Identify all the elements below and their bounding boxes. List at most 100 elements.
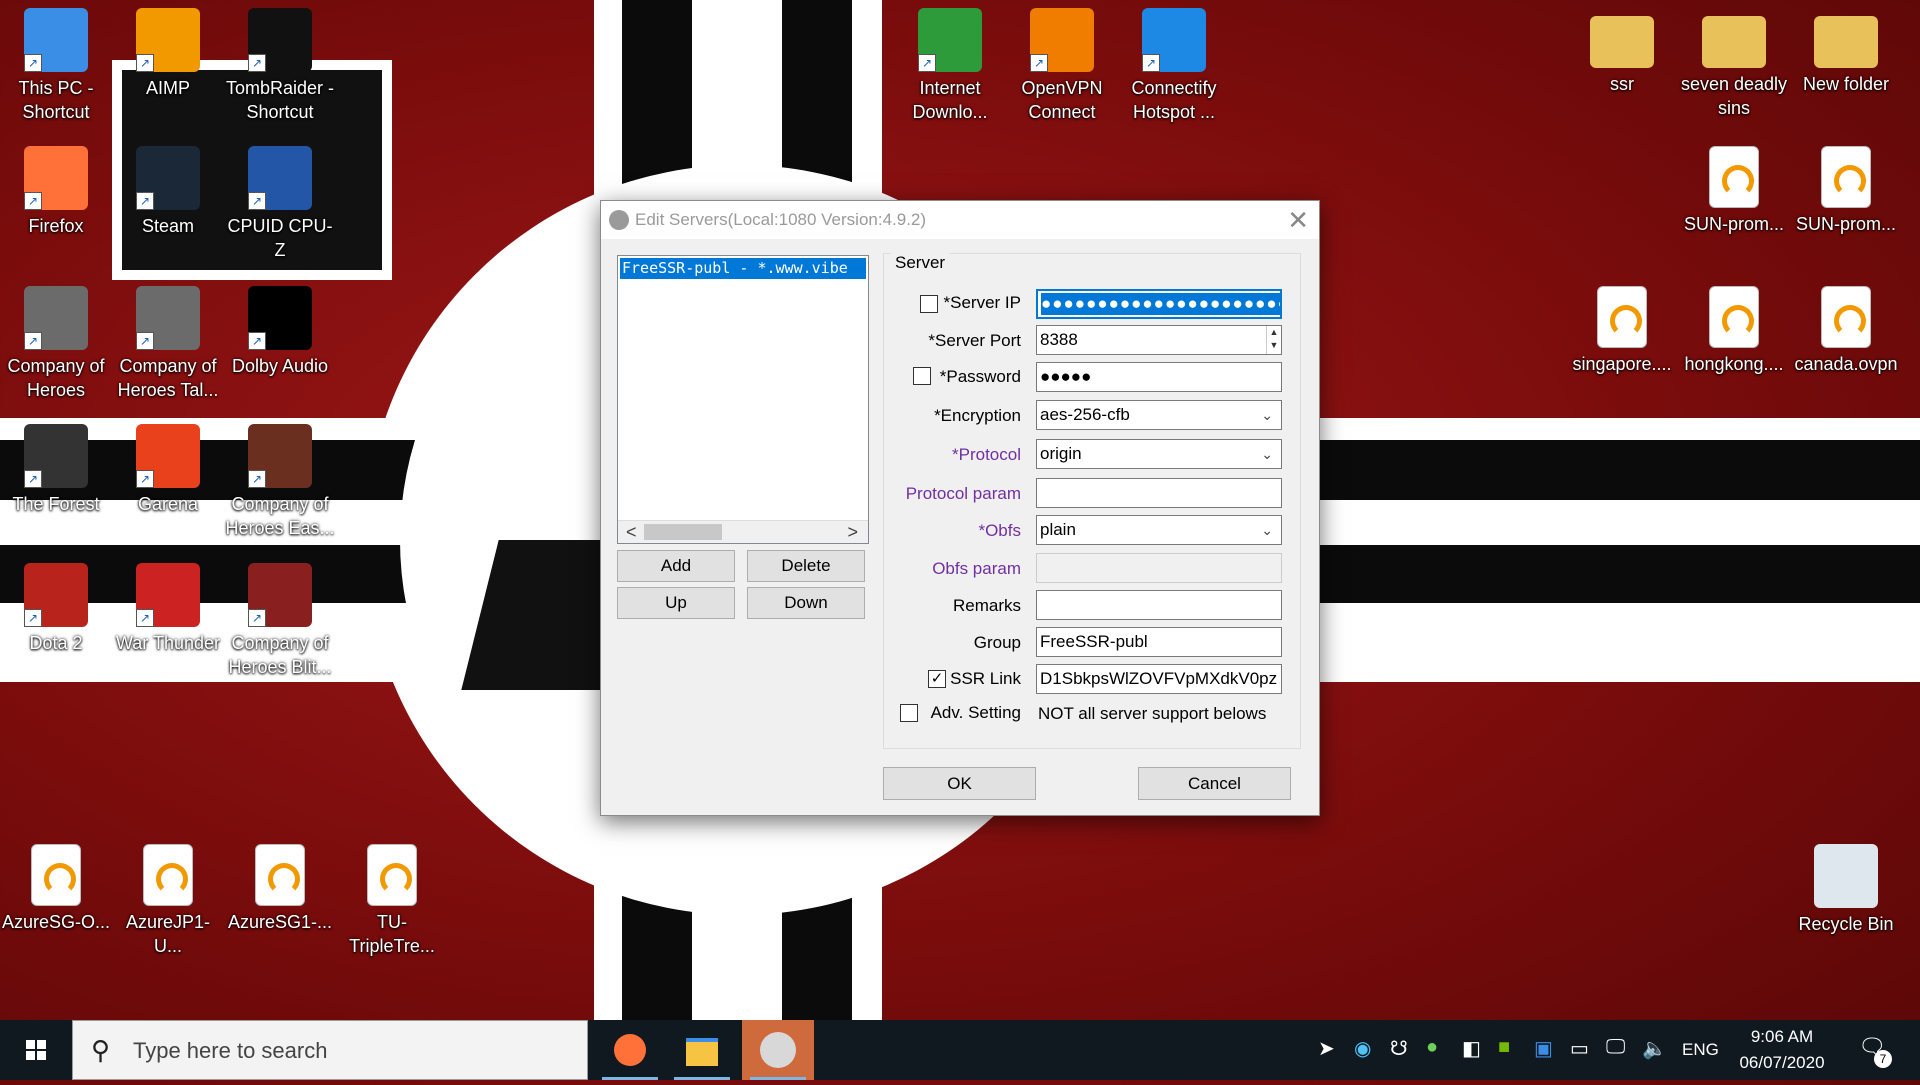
the-forest-icon: ↗ [24,424,88,488]
show-ip-checkbox[interactable] [920,295,938,313]
desktop-icon[interactable]: ↗ Company of Heroes Eas... [224,418,336,540]
desktop-icon[interactable]: singapore.... [1566,280,1678,376]
clock[interactable]: 9:06 AM 06/07/2020 [1732,1024,1832,1076]
desktop-icon[interactable]: AzureSG-O... [0,838,112,934]
clock-date: 06/07/2020 [1739,1053,1825,1072]
cancel-button[interactable]: Cancel [1138,767,1291,800]
ssr-link-field[interactable]: D1SbkpsWlZOVFVpMXdkV0pz [1036,664,1282,694]
idm-icon: ↗ [918,8,982,72]
server-port-label: *Server Port [928,331,1021,350]
desktop-icon[interactable]: hongkong.... [1678,280,1790,376]
desktop-icon[interactable]: SUN-prom... [1678,140,1790,236]
desktop-icon-label: New folder [1802,74,1890,94]
desktop-icon[interactable]: canada.ovpn [1790,280,1902,376]
desktop-icon[interactable]: ↗ Internet Downlo... [894,2,1006,124]
desktop-icon[interactable]: ↗ OpenVPN Connect [1006,2,1118,124]
cpuz-tray-icon[interactable]: ▣ [1534,1036,1553,1061]
desktop-icon-label: TU-TripleTre... [349,912,435,956]
encryption-select[interactable]: aes-256-cfb ⌄ [1036,400,1282,430]
protocol-param-label: Protocol param [905,484,1021,503]
recycle-bin-icon [1814,844,1878,908]
desktop-icon[interactable]: ↗ This PC - Shortcut [0,2,112,124]
desktop-icon[interactable]: ↗ Company of Heroes Tal... [112,280,224,402]
desktop-icon[interactable]: TU-TripleTre... [336,838,448,958]
desktop-icon[interactable]: SUN-prom... [1790,140,1902,236]
ssr-link-checkbox[interactable]: ✓ [928,670,946,688]
openvpn-tray-icon[interactable]: ☋ [1390,1036,1408,1061]
cursor-tray-icon[interactable]: ➤ [1318,1036,1335,1061]
adv-setting-checkbox[interactable] [900,704,918,722]
volume-icon[interactable]: 🔈 [1642,1036,1667,1061]
delete-button[interactable]: Delete [747,550,865,582]
desktop-icon[interactable]: ↗ Dota 2 [0,557,112,655]
desktop-icon-label: seven deadly sins [1680,74,1788,118]
group-field[interactable]: FreeSSR-publ [1036,627,1282,657]
server-list-item[interactable]: FreeSSR-publ - *.www.vibe [620,258,866,279]
obfs-select[interactable]: plain ⌄ [1036,515,1282,545]
network-icon[interactable]: 🖵 [1606,1036,1625,1059]
shortcut-arrow-icon: ↗ [24,54,42,72]
desktop-icon[interactable]: ↗ AIMP [112,2,224,100]
protocol-param-field[interactable] [1036,478,1282,508]
password-field[interactable]: ●●●●● [1036,362,1282,392]
desktop-icon[interactable]: ↗ CPUID CPU-Z [224,140,336,262]
company-of-heroes-blitz-icon: ↗ [248,563,312,627]
scrollbar-thumb[interactable] [644,524,722,540]
scroll-right-icon[interactable]: > [847,521,858,543]
taskbar: ⚲ Type here to search ➤ ◉ ☋ ● ◧ ■ ▣ ▭ 🖵 … [0,1020,1920,1080]
folder-icon [1814,16,1878,68]
desktop-icon[interactable]: New folder [1790,2,1902,96]
desktop-icon[interactable]: Recycle Bin [1790,838,1902,936]
language-indicator[interactable]: ENG [1682,1040,1719,1060]
desktop-icon[interactable]: ↗ The Forest [0,418,112,516]
notifications-button[interactable]: 🗨 7 [1858,1034,1892,1068]
protocol-select[interactable]: origin ⌄ [1036,439,1282,469]
shortcut-arrow-icon: ↗ [1142,54,1160,72]
desktop-icon[interactable]: ↗ Connectify Hotspot ... [1118,2,1230,124]
server-group-title: Server [891,253,950,273]
desktop-icon-label: singapore.... [1572,354,1672,374]
taskbar-shadowsocksr[interactable] [742,1020,814,1080]
down-button[interactable]: Down [747,587,865,619]
desktop-icon[interactable]: ↗ Company of Heroes [0,280,112,402]
start-button[interactable] [0,1020,72,1080]
up-button[interactable]: Up [617,587,735,619]
ovpn-file-icon [255,844,305,906]
remarks-field[interactable] [1036,590,1282,620]
desktop-icon[interactable]: seven deadly sins [1678,2,1790,120]
taskbar-file-explorer[interactable] [666,1020,738,1080]
scroll-left-icon[interactable]: < [626,521,637,543]
desktop-icon[interactable]: AzureJP1-U... [112,838,224,958]
dialog-titlebar[interactable]: Edit Servers(Local:1080 Version:4.9.2) ✕ [601,201,1319,239]
close-icon[interactable]: ✕ [1287,205,1309,236]
desktop-icon[interactable]: ssr [1566,2,1678,96]
taskbar-firefox[interactable] [594,1020,666,1080]
desktop-icon-label: Firefox [28,216,84,236]
idm-tray-icon[interactable]: ● [1426,1036,1438,1059]
desktop-icon-label: AIMP [145,78,190,98]
battery-icon[interactable]: ▭ [1570,1036,1589,1061]
desktop-icon[interactable]: ↗ Dolby Audio [224,280,336,378]
ok-button[interactable]: OK [883,767,1036,800]
server-ip-field[interactable]: ●●●●●●●●●●●●●●●●●●●●●●●● [1036,289,1282,319]
horizontal-scrollbar[interactable]: < > [618,520,868,543]
server-port-field[interactable]: 8388 ▲ ▼ [1036,325,1282,355]
add-button[interactable]: Add [617,550,735,582]
nvidia-tray-icon[interactable]: ■ [1498,1036,1510,1059]
desktop-icon[interactable]: AzureSG1-... [224,838,336,934]
connectify-tray-icon[interactable]: ◉ [1354,1036,1371,1061]
desktop-icon[interactable]: ↗ Garena [112,418,224,516]
server-list[interactable]: FreeSSR-publ - *.www.vibe < > [617,255,869,544]
desktop-icon[interactable]: ↗ War Thunder [112,557,224,655]
desktop-icon-label: TombRaider - Shortcut [225,78,335,122]
show-password-checkbox[interactable] [913,367,931,385]
desktop-icon[interactable]: ↗ TombRaider - Shortcut [224,2,336,124]
desktop-icon[interactable]: ↗ Firefox [0,140,112,238]
taskbar-search-box[interactable]: ⚲ Type here to search [72,1020,588,1080]
dolby-tray-icon[interactable]: ◧ [1462,1036,1481,1061]
desktop-icon[interactable]: ↗ Company of Heroes Blit... [224,557,336,679]
shortcut-arrow-icon: ↗ [136,470,154,488]
ovpn-file-icon [367,844,417,906]
port-spinner[interactable]: ▲ ▼ [1266,326,1281,354]
desktop-icon[interactable]: ↗ Steam [112,140,224,238]
